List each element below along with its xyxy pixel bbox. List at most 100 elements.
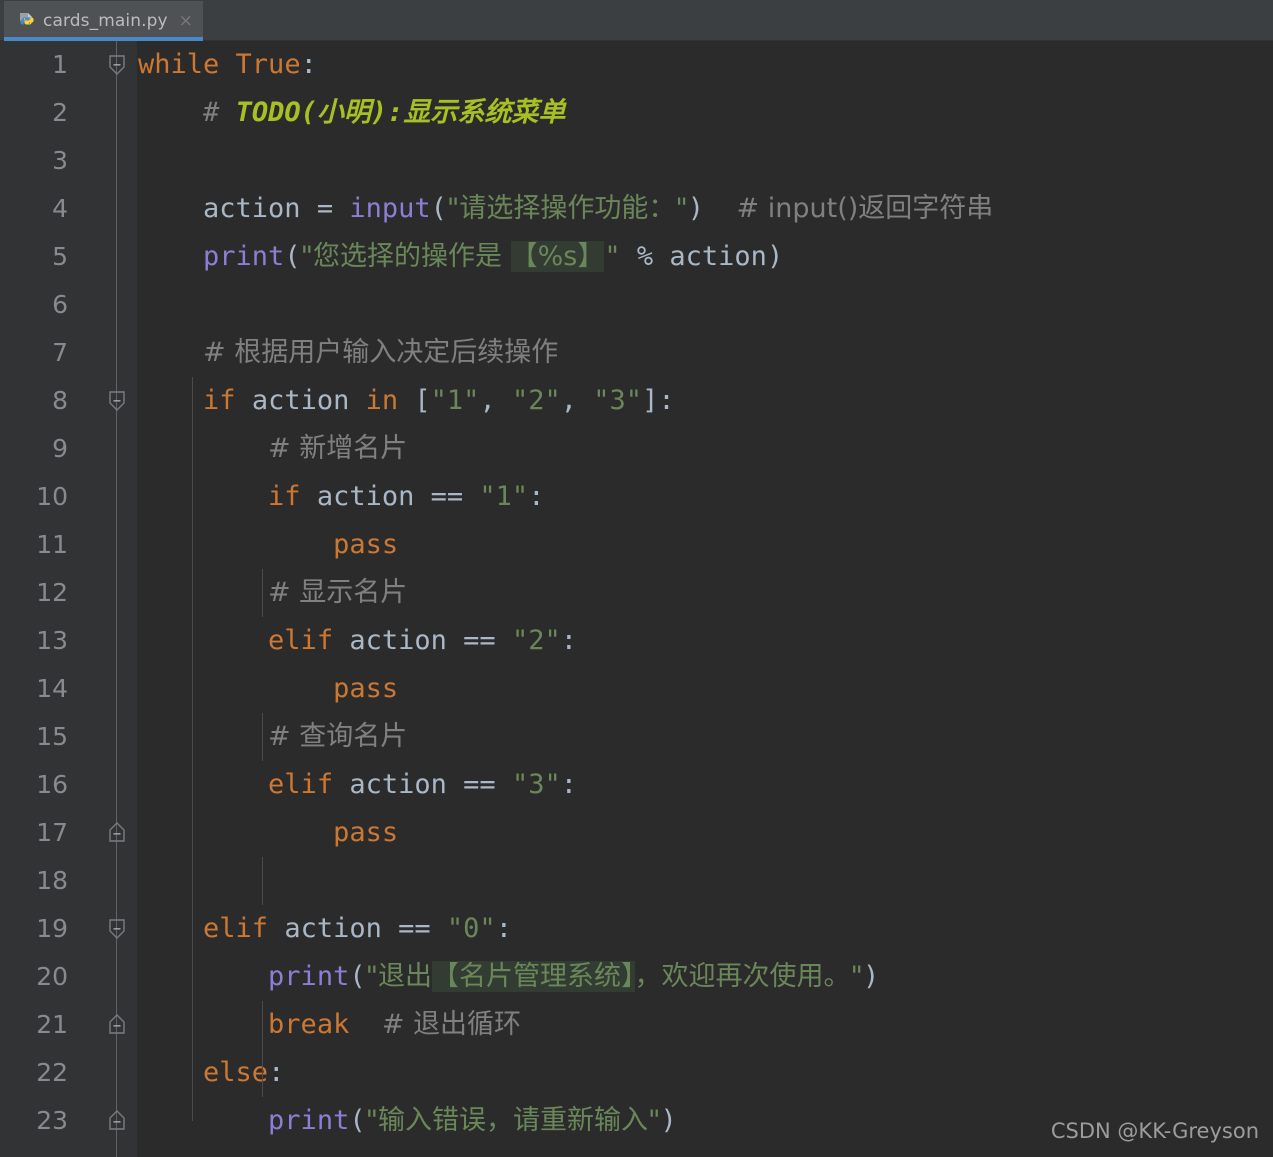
line-number: 19 <box>36 914 68 943</box>
indent-guide <box>192 377 193 1121</box>
line-number: 1 <box>52 50 68 79</box>
close-icon[interactable]: × <box>179 12 193 30</box>
token-paren-open: ( <box>430 193 447 224</box>
token-bracket-close: ]: <box>642 385 675 416</box>
token-paren-close: ) <box>766 241 784 272</box>
line-number: 17 <box>36 818 68 847</box>
token-keyword-in: in <box>365 385 399 416</box>
token-comment-input-returns-string: # input()返回字符串 <box>736 193 994 224</box>
token-string-3: "3" <box>511 769 561 800</box>
fold-marker-collapse-start[interactable] <box>106 54 128 76</box>
token-comment-decide-by-input: # 根据用户输入决定后续操作 <box>203 337 559 368</box>
code-line-2[interactable]: # TODO(小明):显示系统菜单 <box>137 89 1273 137</box>
token-variable-action: action <box>349 769 447 800</box>
line-number: 11 <box>36 530 68 559</box>
line-number: 3 <box>52 146 68 175</box>
code-line-5[interactable]: print("您选择的操作是 【%s】" % action) <box>137 233 1273 281</box>
token-comma: , <box>560 385 578 416</box>
token-comma: , <box>479 385 496 416</box>
code-content[interactable]: while True: # TODO(小明):显示系统菜单 action = i… <box>137 41 1273 1157</box>
token-comment-query-card: # 查询名片 <box>268 721 408 752</box>
token-colon: : <box>268 1057 285 1088</box>
indent-guide <box>262 713 263 761</box>
token-keyword-if: if <box>203 385 236 416</box>
token-colon: : <box>560 769 577 800</box>
token-keyword-elif: elif <box>203 913 269 944</box>
token-operator-eq: == <box>463 769 496 800</box>
code-editor[interactable]: 1 2 3 4 5 6 7 8 9 10 11 12 13 14 15 16 1… <box>0 41 1273 1157</box>
token-string-tail: ，欢迎再次使用。" <box>634 961 863 992</box>
line-number: 9 <box>52 434 68 463</box>
token-string-1: "1" <box>479 481 529 512</box>
token-string-head: "退出 <box>365 961 433 992</box>
token-paren-open: ( <box>349 1105 366 1136</box>
token-paren-close: ) <box>862 961 880 992</box>
token-todo-comment: TODO(小明):显示系统菜单 <box>235 97 566 128</box>
token-colon: : <box>300 49 317 80</box>
code-line-15[interactable]: # 查询名片 <box>137 713 1273 761</box>
token-operator-eq: == <box>430 481 464 512</box>
fold-marker-collapse-end[interactable] <box>106 822 128 844</box>
code-line-1[interactable]: while True: <box>137 41 1273 89</box>
code-line-17[interactable]: pass <box>137 809 1273 857</box>
token-keyword-break: break <box>268 1009 350 1040</box>
editor-tab-bar: cards_main.py × <box>0 0 1273 41</box>
token-variable-action: action <box>316 481 415 512</box>
fold-spine-line <box>116 41 117 1157</box>
tab-cards-main-py[interactable]: cards_main.py × <box>4 1 203 41</box>
code-line-22[interactable]: else: <box>137 1049 1273 1097</box>
line-number: 14 <box>36 674 68 703</box>
code-line-13[interactable]: elif action == "2": <box>137 617 1273 665</box>
line-number: 12 <box>36 578 68 607</box>
line-number: 5 <box>52 242 68 271</box>
token-string-prompt: "请选择操作功能：" <box>446 193 688 224</box>
code-line-4[interactable]: action = input("请选择操作功能：") # input()返回字符… <box>137 185 1273 233</box>
code-line-9[interactable]: # 新增名片 <box>137 425 1273 473</box>
code-line-19[interactable]: elif action == "0": <box>137 905 1273 953</box>
code-line-11[interactable]: pass <box>137 521 1273 569</box>
token-paren-open: ( <box>284 241 301 272</box>
line-number: 4 <box>52 194 68 223</box>
token-string-bracket-highlight: 【名片管理系统】 <box>432 961 635 992</box>
indent-guide <box>262 857 263 905</box>
fold-marker-collapse-end[interactable] <box>106 1014 128 1036</box>
token-colon: : <box>528 481 545 512</box>
code-line-14[interactable]: pass <box>137 665 1273 713</box>
token-string-1: "1" <box>430 385 480 416</box>
token-paren-close: ) <box>687 193 705 224</box>
code-line-8[interactable]: if action in ["1", "2", "3"]: <box>137 377 1273 425</box>
code-line-3[interactable] <box>137 137 1273 185</box>
code-line-12[interactable]: # 显示名片 <box>137 569 1273 617</box>
code-line-18[interactable] <box>137 857 1273 905</box>
token-keyword-elif: elif <box>268 625 334 656</box>
token-builtin-input: input <box>349 193 431 224</box>
code-line-7[interactable]: # 根据用户输入决定后续操作 <box>137 329 1273 377</box>
line-number: 8 <box>52 386 68 415</box>
line-number: 15 <box>36 722 68 751</box>
token-variable-action: action <box>284 913 382 944</box>
token-string-head: "您选择的操作是 <box>300 241 511 272</box>
fold-marker-collapse-start[interactable] <box>106 918 128 940</box>
code-line-23[interactable]: print("输入错误，请重新输入") <box>137 1097 1273 1145</box>
token-keyword-else: else <box>203 1057 269 1088</box>
code-line-10[interactable]: if action == "1": <box>137 473 1273 521</box>
indent-guide <box>262 569 263 617</box>
code-line-20[interactable]: print("退出【名片管理系统】，欢迎再次使用。") <box>137 953 1273 1001</box>
fold-marker-collapse-start[interactable] <box>106 390 128 412</box>
token-builtin-print: print <box>268 961 350 992</box>
token-string-3: "3" <box>593 385 643 416</box>
token-string-placeholder-highlight: 【%s】 <box>510 241 605 272</box>
token-comment-exit-loop: # 退出循环 <box>381 1009 522 1040</box>
line-number-column: 1 2 3 4 5 6 7 8 9 10 11 12 13 14 15 16 1… <box>0 41 68 1145</box>
token-keyword-pass: pass <box>333 673 399 704</box>
token-keyword-pass: pass <box>333 529 399 560</box>
line-number: 21 <box>36 1010 68 1039</box>
code-line-6[interactable] <box>137 281 1273 329</box>
token-operator-eq: == <box>463 625 496 656</box>
token-builtin-print: print <box>203 241 285 272</box>
code-line-16[interactable]: elif action == "3": <box>137 761 1273 809</box>
line-number: 16 <box>36 770 68 799</box>
code-line-21[interactable]: break # 退出循环 <box>137 1001 1273 1049</box>
fold-marker-collapse-end[interactable] <box>106 1110 128 1132</box>
token-keyword-pass: pass <box>333 817 399 848</box>
